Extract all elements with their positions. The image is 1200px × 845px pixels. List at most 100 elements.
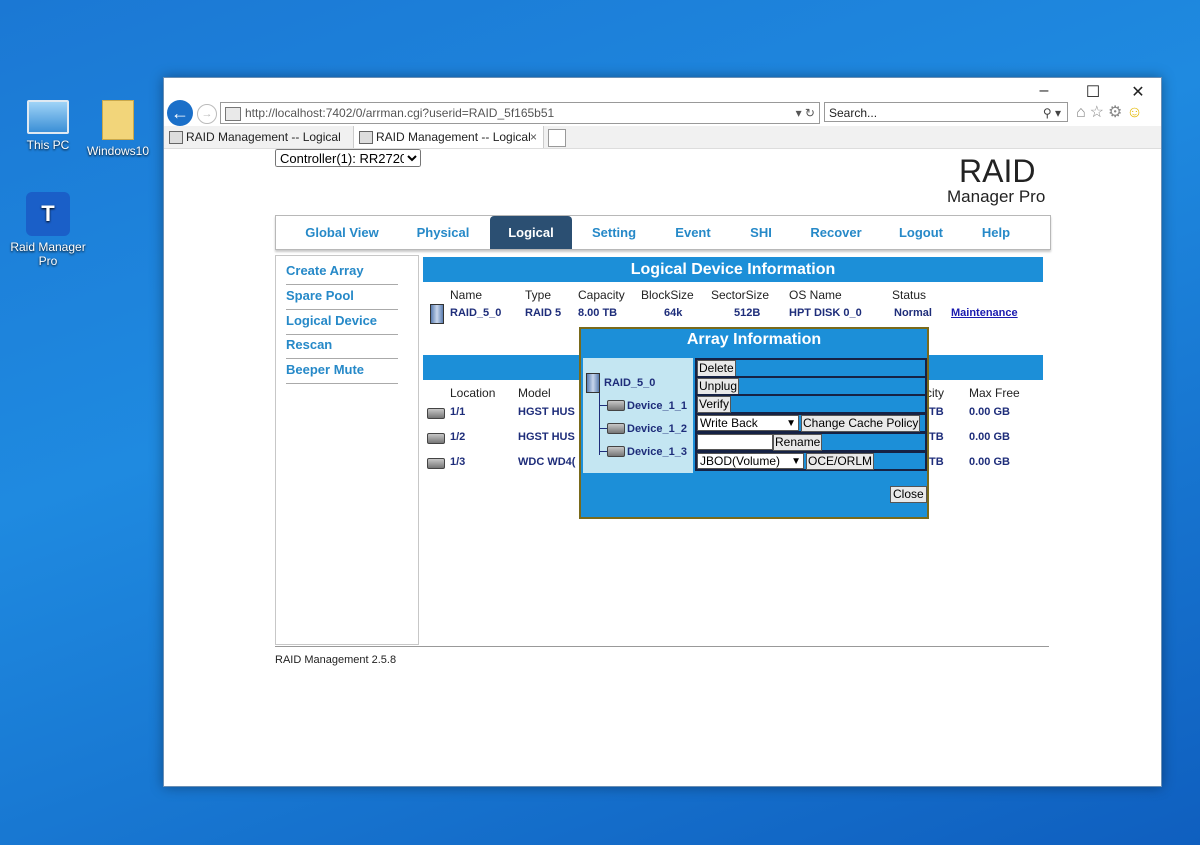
nav-help[interactable]: Help: [966, 216, 1026, 249]
search-placeholder: Search...: [829, 106, 878, 120]
minimize-icon[interactable]: –: [1022, 82, 1066, 100]
nav-logical[interactable]: Logical: [490, 216, 572, 249]
sidebar-item-spare-pool[interactable]: Spare Pool: [286, 285, 398, 310]
device-location[interactable]: 1/1: [450, 406, 465, 418]
device-max-free: 0.00 GB: [969, 431, 1010, 443]
nav-physical[interactable]: Physical: [396, 216, 490, 249]
desktop-icon-windows10[interactable]: Windows10: [78, 100, 158, 158]
tree-branch: [599, 451, 607, 452]
settings-gear-icon[interactable]: ⚙: [1108, 104, 1126, 121]
col-header-sectorsize: SectorSize: [711, 288, 770, 302]
device-max-free: 0.00 GB: [969, 456, 1010, 468]
tree-array-name[interactable]: RAID_5_0: [604, 377, 655, 389]
oce-target-value: JBOD(Volume): [700, 454, 781, 468]
search-icon[interactable]: ⚲ ▾: [1043, 103, 1061, 123]
rename-input[interactable]: [697, 434, 773, 450]
chevron-down-icon: ▼: [786, 418, 796, 429]
forward-arrow-icon[interactable]: →: [197, 104, 217, 124]
footer-divider: [275, 646, 1049, 647]
rename-button[interactable]: Rename: [773, 434, 823, 451]
maintenance-link[interactable]: Maintenance: [951, 307, 1018, 319]
page-icon: [359, 131, 373, 144]
col-header-location: Location: [450, 386, 496, 400]
oce-target-select[interactable]: JBOD(Volume) ▼: [697, 453, 804, 469]
logical-device-header: Logical Device Information: [423, 257, 1043, 282]
controller-select[interactable]: Controller(1): RR2720: [275, 149, 421, 167]
desktop-icon-label: This PC: [26, 138, 70, 152]
sidebar-item-create-array[interactable]: Create Array: [286, 260, 398, 285]
tree-member[interactable]: Device_1_2: [627, 423, 687, 435]
page-icon: [169, 131, 183, 144]
sidebar-item-logical-device[interactable]: Logical Device: [286, 310, 398, 335]
address-bar[interactable]: http://localhost:7402/0/arrman.cgi?useri…: [220, 102, 820, 124]
array-tree: RAID_5_0 Device_1_1 Device_1_2 Device_1_…: [583, 358, 693, 473]
delete-button[interactable]: Delete: [697, 360, 736, 377]
change-cache-policy-button[interactable]: Change Cache Policy: [801, 415, 921, 432]
unplug-button[interactable]: Unplug: [697, 378, 740, 395]
nav-logout[interactable]: Logout: [882, 216, 960, 249]
tab-title: RAID Management -- Logical: [186, 130, 341, 144]
nav-global-view[interactable]: Global View: [290, 216, 394, 249]
col-header-os-name: OS Name: [789, 288, 842, 302]
disk-icon: [607, 423, 625, 434]
device-model: WDC WD4(: [518, 456, 576, 468]
tree-branch: [599, 405, 607, 406]
folder-icon: [102, 100, 134, 140]
array-status: Normal: [894, 307, 932, 319]
refresh-icon[interactable]: ▾ ↻: [796, 103, 815, 123]
favorites-star-icon[interactable]: ☆: [1090, 104, 1108, 121]
cache-policy-select[interactable]: Write Back ▼: [697, 415, 799, 431]
device-max-free: 0.00 GB: [969, 406, 1010, 418]
back-arrow-icon[interactable]: ←: [167, 100, 193, 126]
search-box[interactable]: Search... ⚲ ▾: [824, 102, 1068, 122]
close-button[interactable]: Close: [890, 486, 927, 503]
array-os-name: HPT DISK 0_0: [789, 307, 862, 319]
new-tab-icon[interactable]: [548, 129, 566, 147]
tab-title: RAID Management -- Logical: [376, 130, 531, 144]
browser-tab[interactable]: RAID Management -- Logical: [164, 126, 354, 148]
array-type: RAID 5: [525, 307, 562, 319]
device-location[interactable]: 1/3: [450, 456, 465, 468]
chevron-down-icon: ▼: [791, 456, 801, 467]
logo-raid: RAID: [959, 153, 1036, 189]
array-name[interactable]: RAID_5_0: [450, 307, 501, 319]
close-tab-icon[interactable]: ×: [530, 126, 537, 148]
sidebar-item-beeper-mute[interactable]: Beeper Mute: [286, 359, 398, 384]
computer-icon: [27, 100, 69, 134]
col-header-capacity: Capacity: [578, 288, 625, 302]
array-icon: [430, 304, 444, 324]
desktop-icon-label: Raid Manager Pro: [10, 240, 86, 268]
verify-button[interactable]: Verify: [697, 396, 732, 413]
sidebar-item-rescan[interactable]: Rescan: [286, 334, 398, 359]
nav-shi[interactable]: SHI: [734, 216, 788, 249]
desktop-icon-label: Windows10: [86, 144, 150, 158]
device-location[interactable]: 1/2: [450, 431, 465, 443]
action-row-unplug: Unplug: [695, 376, 927, 396]
nav-setting[interactable]: Setting: [576, 216, 652, 249]
col-header-name: Name: [450, 288, 483, 302]
disk-icon: [607, 400, 625, 411]
nav-event[interactable]: Event: [658, 216, 728, 249]
array-information-dialog: Array Information RAID_5_0 Device_1_1 De…: [579, 327, 929, 519]
close-window-icon[interactable]: ✕: [1116, 82, 1160, 102]
tree-member[interactable]: Device_1_1: [627, 400, 687, 412]
desktop-icon-this-pc[interactable]: This PC: [8, 100, 88, 152]
disk-icon: [427, 408, 445, 419]
feedback-smiley-icon[interactable]: ☺: [1126, 104, 1146, 121]
toolbar-icons: ⌂☆⚙☺: [1076, 102, 1147, 122]
nav-recover[interactable]: Recover: [796, 216, 876, 249]
oce-orlm-button[interactable]: OCE/ORLM: [806, 453, 875, 470]
address-toolbar: ← → http://localhost:7402/0/arrman.cgi?u…: [164, 100, 1161, 126]
tree-member[interactable]: Device_1_3: [627, 446, 687, 458]
desktop-icon-raid-manager[interactable]: T Raid Manager Pro: [8, 192, 88, 268]
tree-branch: [599, 428, 607, 429]
array-capacity: 8.00 TB: [578, 307, 618, 319]
disk-icon: [607, 446, 625, 457]
device-capacity: TB: [929, 431, 944, 443]
browser-tab-active[interactable]: RAID Management -- Logical ×: [354, 126, 544, 148]
home-icon[interactable]: ⌂: [1076, 104, 1090, 121]
browser-window: – ☐ ✕ ← → http://localhost:7402/0/arrman…: [163, 77, 1162, 787]
array-sectorsize: 512B: [734, 307, 761, 319]
tab-strip: RAID Management -- Logical RAID Manageme…: [164, 126, 1161, 149]
maximize-icon[interactable]: ☐: [1071, 82, 1115, 102]
